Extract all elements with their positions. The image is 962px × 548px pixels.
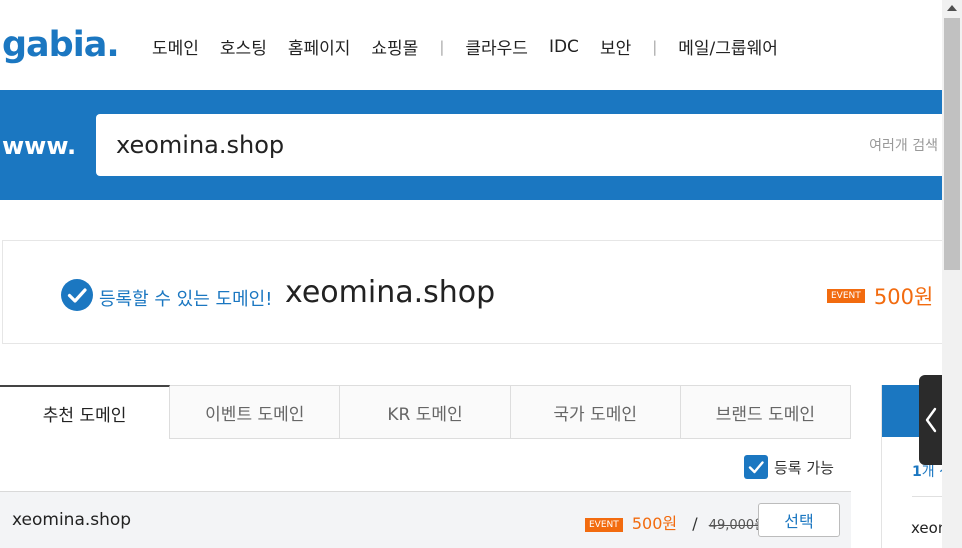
chevron-left-icon bbox=[925, 407, 936, 433]
checkbox-checked-icon[interactable] bbox=[744, 455, 768, 479]
price-slash: / bbox=[692, 514, 698, 533]
event-badge: EVENT bbox=[827, 289, 865, 303]
domain-search-input[interactable] bbox=[116, 114, 816, 176]
nav-item-security[interactable]: 보안 bbox=[600, 34, 631, 59]
availability-status: 등록할 수 있는 도메인! bbox=[99, 289, 273, 310]
available-domain-name: xeomina.shop bbox=[285, 275, 496, 310]
row-event-price: 500원 bbox=[631, 514, 678, 533]
table-row: xeomina.shop EVENT 500원 / 49,000원 선택 bbox=[0, 491, 851, 548]
domain-search-band: www. 여러개 검색 bbox=[0, 90, 942, 200]
tab-brand[interactable]: 브랜드 도메인 bbox=[680, 385, 852, 439]
event-badge: EVENT bbox=[585, 517, 623, 532]
tab-recommended[interactable]: 추천 도메인 bbox=[0, 385, 171, 439]
tab-country[interactable]: 국가 도메인 bbox=[510, 385, 681, 439]
www-prefix: www. bbox=[2, 132, 77, 160]
site-header: gabia. 도메인 호스팅 홈페이지 쇼핑몰 | 클라우드 IDC 보안 | … bbox=[0, 0, 942, 90]
nav-item-shopping-mall[interactable]: 쇼핑몰 bbox=[371, 34, 418, 59]
multi-search-link[interactable]: 여러개 검색 bbox=[869, 135, 938, 155]
nav-item-domain[interactable]: 도메인 bbox=[152, 34, 199, 59]
scroll-up-arrow-icon[interactable] bbox=[947, 5, 957, 11]
gabia-logo[interactable]: gabia. bbox=[2, 22, 122, 72]
nav-item-cloud[interactable]: 클라우드 bbox=[465, 34, 528, 59]
row-domain-name: xeomina.shop bbox=[12, 510, 132, 530]
row-price: EVENT 500원 / 49,000원 bbox=[585, 510, 766, 534]
filter-label: 등록 가능 bbox=[774, 458, 834, 477]
panel-toggle-button[interactable] bbox=[919, 375, 942, 465]
tab-kr[interactable]: KR 도메인 bbox=[340, 385, 511, 439]
tab-event[interactable]: 이벤트 도메인 bbox=[170, 385, 341, 439]
svg-text:gabia.: gabia. bbox=[2, 25, 119, 65]
select-button[interactable]: 선택 bbox=[758, 503, 840, 537]
search-box[interactable]: 여러개 검색 bbox=[96, 114, 942, 176]
cart-item: xeom bbox=[911, 519, 943, 537]
domain-category-tabs: 추천 도메인 이벤트 도메인 KR 도메인 국가 도메인 브랜드 도메인 bbox=[0, 385, 852, 439]
nav-item-homepage[interactable]: 홈페이지 bbox=[288, 34, 351, 59]
search-result-card: 등록할 수 있는 도메인! xeomina.shop EVENT 500원 / bbox=[2, 240, 950, 344]
global-nav: 도메인 호스팅 홈페이지 쇼핑몰 | 클라우드 IDC 보안 | 메일/그룹웨어 bbox=[152, 34, 799, 60]
cart-divider bbox=[912, 496, 943, 497]
check-circle-icon bbox=[61, 279, 93, 311]
available-only-filter[interactable]: 등록 가능 bbox=[744, 455, 834, 479]
nav-item-hosting[interactable]: 호스팅 bbox=[220, 34, 267, 59]
result-price: EVENT 500원 / bbox=[827, 281, 950, 311]
nav-item-mail-groupware[interactable]: 메일/그룹웨어 bbox=[678, 34, 778, 59]
nav-separator: | bbox=[652, 37, 658, 56]
page-scrollbar[interactable] bbox=[942, 0, 962, 548]
event-price: 500원 bbox=[873, 285, 934, 309]
nav-separator: | bbox=[439, 37, 445, 56]
nav-item-idc[interactable]: IDC bbox=[549, 37, 579, 57]
scrollbar-thumb[interactable] bbox=[944, 18, 960, 270]
cart-count-number: 1 bbox=[912, 464, 922, 480]
